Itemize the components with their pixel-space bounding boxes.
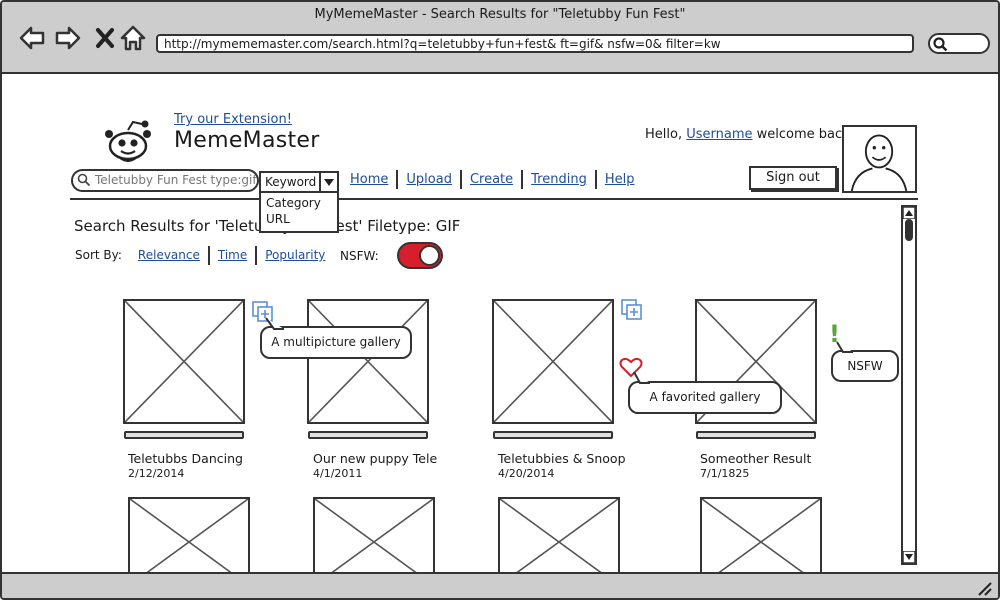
result-progress-bar [308, 431, 428, 439]
username-link[interactable]: Username [686, 127, 752, 142]
callout-pointer [265, 317, 284, 330]
result-date: 4/1/2011 [313, 467, 363, 480]
filter-dropdown: Category URL [259, 193, 339, 233]
status-bar [2, 572, 998, 598]
nav-create[interactable]: Create [470, 172, 513, 187]
scroll-down-icon[interactable] [903, 551, 915, 563]
greeting-prefix: Hello, [645, 127, 683, 142]
main-nav: Home Upload Create Trending Help [350, 170, 634, 189]
result-progress-bar [493, 431, 613, 439]
result-title[interactable]: Someother Result [700, 451, 811, 466]
nav-divider [396, 170, 399, 189]
nav-home[interactable]: Home [350, 172, 388, 187]
sort-divider [255, 246, 258, 265]
nsfw-toggle-knob [419, 245, 440, 266]
greeting: Hello, Username welcome back! [645, 127, 855, 142]
sort-controls: Sort By: Relevance Time Popularity [75, 246, 325, 265]
filter-option-url[interactable]: URL [266, 211, 337, 227]
page-scrollbar[interactable] [901, 205, 917, 565]
sort-time[interactable]: Time [218, 248, 247, 262]
result-thumbnail[interactable] [307, 299, 429, 424]
logo-icon [105, 120, 151, 162]
gallery-stack-icon[interactable] [620, 298, 644, 322]
back-arrow-icon[interactable] [18, 24, 46, 52]
result-date: 4/20/2014 [498, 467, 555, 480]
browser-search-field[interactable] [928, 33, 990, 54]
nsfw-label: NSFW: [340, 249, 379, 263]
filter-select[interactable]: Keyword [259, 171, 339, 193]
avatar[interactable] [842, 125, 917, 193]
scroll-thumb[interactable] [905, 219, 913, 241]
resize-grip-icon[interactable] [976, 580, 992, 596]
result-progress-bar [124, 431, 244, 439]
sort-label: Sort By: [75, 248, 122, 262]
search-icon [77, 173, 91, 187]
chevron-down-icon[interactable] [319, 173, 337, 191]
header-divider [70, 198, 918, 200]
callout-nsfw: NSFW [831, 350, 899, 382]
nav-divider [594, 170, 597, 189]
nav-upload[interactable]: Upload [406, 172, 452, 187]
sign-out-button[interactable]: Sign out [749, 166, 837, 190]
sort-divider [207, 246, 210, 265]
result-date: 2/12/2014 [128, 467, 185, 480]
search-icon [933, 37, 948, 52]
close-icon[interactable] [91, 24, 119, 52]
extension-link[interactable]: Try our Extension! [174, 112, 292, 127]
scroll-up-icon[interactable] [903, 207, 915, 219]
callout-pointer [633, 371, 650, 384]
search-input[interactable]: Teletubby Fun Fest type:gif [71, 169, 259, 192]
result-date: 7/1/1825 [700, 467, 750, 480]
browser-window: MyMemeMaster - Search Results for "Telet… [0, 0, 1000, 600]
window-title: MyMemeMaster - Search Results for "Telet… [314, 7, 686, 22]
result-title[interactable]: Teletubbies & Snoop [498, 451, 626, 466]
sort-popularity[interactable]: Popularity [265, 248, 325, 262]
site-title: MemeMaster [174, 128, 320, 153]
forward-arrow-icon[interactable] [54, 24, 82, 52]
address-bar[interactable]: http://mymememaster.com/search.html?q=te… [156, 34, 914, 53]
nav-divider [521, 170, 524, 189]
nsfw-toggle[interactable] [397, 242, 443, 269]
home-icon[interactable] [119, 24, 147, 52]
filter-selected-value: Keyword [265, 175, 317, 189]
sort-relevance[interactable]: Relevance [138, 248, 200, 262]
result-thumbnail[interactable] [492, 299, 614, 424]
nav-help[interactable]: Help [605, 172, 635, 187]
nav-trending[interactable]: Trending [531, 172, 587, 187]
filter-option-category[interactable]: Category [266, 195, 337, 211]
result-progress-bar [696, 431, 816, 439]
callout-pointer [836, 341, 853, 353]
greeting-suffix: welcome back! [756, 127, 855, 142]
result-title[interactable]: Teletubbs Dancing [128, 451, 243, 466]
result-title[interactable]: Our new puppy Tele [313, 451, 437, 466]
browser-chrome: MyMemeMaster - Search Results for "Telet… [2, 2, 998, 74]
result-thumbnail[interactable] [123, 299, 245, 424]
nav-divider [459, 170, 462, 189]
